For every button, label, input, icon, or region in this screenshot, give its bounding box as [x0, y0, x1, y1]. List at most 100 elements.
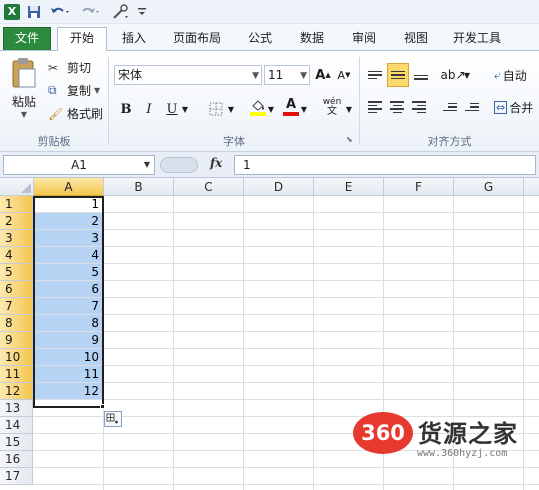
name-box-dropdown-icon[interactable]: ▼	[144, 156, 150, 174]
align-left-icon[interactable]	[365, 97, 385, 117]
wrap-text-button[interactable]: ⤶ 自动	[494, 67, 527, 84]
column-header-b[interactable]: B	[104, 178, 174, 196]
tools-icon[interactable]	[110, 3, 132, 20]
cell-a5[interactable]: 5	[34, 264, 103, 280]
column-header-a[interactable]: A	[34, 178, 104, 196]
column-header-g[interactable]: G	[454, 178, 524, 196]
font-dialog-launcher-icon[interactable]: ⬊	[346, 135, 353, 144]
tab-page-layout[interactable]: 页面布局	[165, 28, 229, 51]
underline-dropdown-icon[interactable]: ▼	[180, 99, 190, 119]
align-bottom-icon[interactable]	[411, 65, 431, 85]
copy-button[interactable]: ⧉ 复制 ▼	[48, 82, 100, 99]
shrink-font-icon[interactable]: A ▼	[334, 65, 354, 85]
row-header[interactable]: 9	[0, 332, 33, 349]
tab-developer[interactable]: 开发工具	[446, 28, 508, 51]
orientation-icon[interactable]: ab↗	[440, 65, 465, 85]
cell-a12[interactable]: 12	[34, 383, 103, 399]
gridline	[33, 280, 539, 281]
cell-a4[interactable]: 4	[34, 247, 103, 263]
save-icon[interactable]	[26, 3, 42, 20]
copy-dropdown-icon[interactable]: ▼	[94, 86, 100, 95]
align-top-icon[interactable]	[365, 65, 385, 85]
font-group-label: 字体	[223, 135, 245, 148]
row-header[interactable]: 14	[0, 417, 33, 434]
cell-a7[interactable]: 7	[34, 298, 103, 314]
row-header[interactable]: 2	[0, 213, 33, 230]
excel-logo[interactable]: X	[4, 3, 20, 20]
align-middle-icon[interactable]	[387, 63, 409, 87]
redo-icon[interactable]	[78, 3, 104, 20]
paste-button[interactable]: 粘贴 ▼	[8, 57, 40, 119]
column-header-h[interactable]	[524, 178, 539, 196]
font-color-dropdown-icon[interactable]: ▼	[299, 99, 309, 119]
column-header-d[interactable]: D	[244, 178, 314, 196]
merge-center-button[interactable]: ⇔ 合并	[494, 99, 533, 116]
row-header[interactable]: 16	[0, 451, 33, 468]
tab-view[interactable]: 视图	[394, 28, 438, 51]
decrease-indent-icon[interactable]	[440, 97, 460, 117]
row-header[interactable]: 1	[0, 196, 33, 213]
row-header[interactable]: 7	[0, 298, 33, 315]
tab-formulas[interactable]: 公式	[238, 28, 282, 51]
row-header[interactable]: 6	[0, 281, 33, 298]
cell-a10[interactable]: 10	[34, 349, 103, 365]
tab-file[interactable]: 文件	[3, 27, 51, 50]
tab-review[interactable]: 审阅	[342, 28, 386, 51]
phonetic-dropdown-icon[interactable]: ▼	[344, 99, 354, 119]
borders-dropdown-icon[interactable]: ▼	[226, 99, 236, 119]
row-header[interactable]: 11	[0, 366, 33, 383]
fill-handle[interactable]	[100, 404, 105, 409]
undo-icon[interactable]	[48, 3, 74, 20]
row-header[interactable]: 12	[0, 383, 33, 400]
row-header[interactable]: 4	[0, 247, 33, 264]
column-header-f[interactable]: F	[384, 178, 454, 196]
row-header[interactable]: 8	[0, 315, 33, 332]
customize-icon[interactable]	[136, 3, 148, 20]
borders-icon[interactable]	[206, 99, 226, 119]
select-all-corner[interactable]	[0, 178, 34, 196]
font-size-box[interactable]: 11 ▼	[264, 65, 310, 85]
paste-dropdown-icon[interactable]: ▼	[21, 110, 27, 119]
orientation-dropdown-icon[interactable]: ▼	[462, 65, 472, 85]
column-header-c[interactable]: C	[174, 178, 244, 196]
fill-color-dropdown-icon[interactable]: ▼	[266, 99, 276, 119]
auto-fill-options-icon[interactable]	[104, 411, 122, 427]
row-header[interactable]: 10	[0, 349, 33, 366]
font-name-dropdown-icon[interactable]: ▼	[252, 67, 259, 85]
underline-button[interactable]: U	[162, 99, 182, 119]
bold-button[interactable]: B	[116, 99, 136, 119]
tab-insert[interactable]: 插入	[112, 28, 156, 51]
format-painter-button[interactable]: 🖌 格式刷	[48, 105, 103, 122]
row-header[interactable]: 5	[0, 264, 33, 281]
cell-a9[interactable]: 9	[34, 332, 103, 348]
align-right-icon[interactable]	[409, 97, 429, 117]
align-center-icon[interactable]	[387, 97, 407, 117]
font-color-button[interactable]: A	[281, 97, 301, 117]
cell-a3[interactable]: 3	[34, 230, 103, 246]
font-size-dropdown-icon[interactable]: ▼	[300, 67, 307, 85]
insert-function-icon[interactable]: fx	[210, 156, 222, 170]
scissors-icon: ✂	[48, 60, 59, 75]
row-header[interactable]: 13	[0, 400, 33, 417]
increase-indent-icon[interactable]	[462, 97, 482, 117]
formula-bar-splitter[interactable]	[160, 157, 198, 173]
cell-a1[interactable]: 1	[34, 196, 103, 212]
italic-button[interactable]: I	[139, 99, 159, 119]
formula-input[interactable]: 1	[234, 155, 536, 175]
grow-font-icon[interactable]: A ▲	[313, 65, 333, 85]
row-header[interactable]: 17	[0, 468, 33, 485]
font-name-box[interactable]: 宋体 ▼	[114, 65, 262, 85]
tab-home[interactable]: 开始	[57, 27, 107, 52]
cell-a8[interactable]: 8	[34, 315, 103, 331]
phonetic-button[interactable]: wén 文	[320, 97, 344, 117]
cell-a6[interactable]: 6	[34, 281, 103, 297]
column-header-e[interactable]: E	[314, 178, 384, 196]
cut-button[interactable]: ✂ 剪切	[48, 59, 91, 76]
cell-a2[interactable]: 2	[34, 213, 103, 229]
fill-color-icon[interactable]	[248, 97, 268, 117]
row-header[interactable]: 3	[0, 230, 33, 247]
name-box[interactable]: A1 ▼	[3, 155, 155, 175]
tab-data[interactable]: 数据	[290, 28, 334, 51]
cell-a11[interactable]: 11	[34, 366, 103, 382]
row-header[interactable]: 15	[0, 434, 33, 451]
